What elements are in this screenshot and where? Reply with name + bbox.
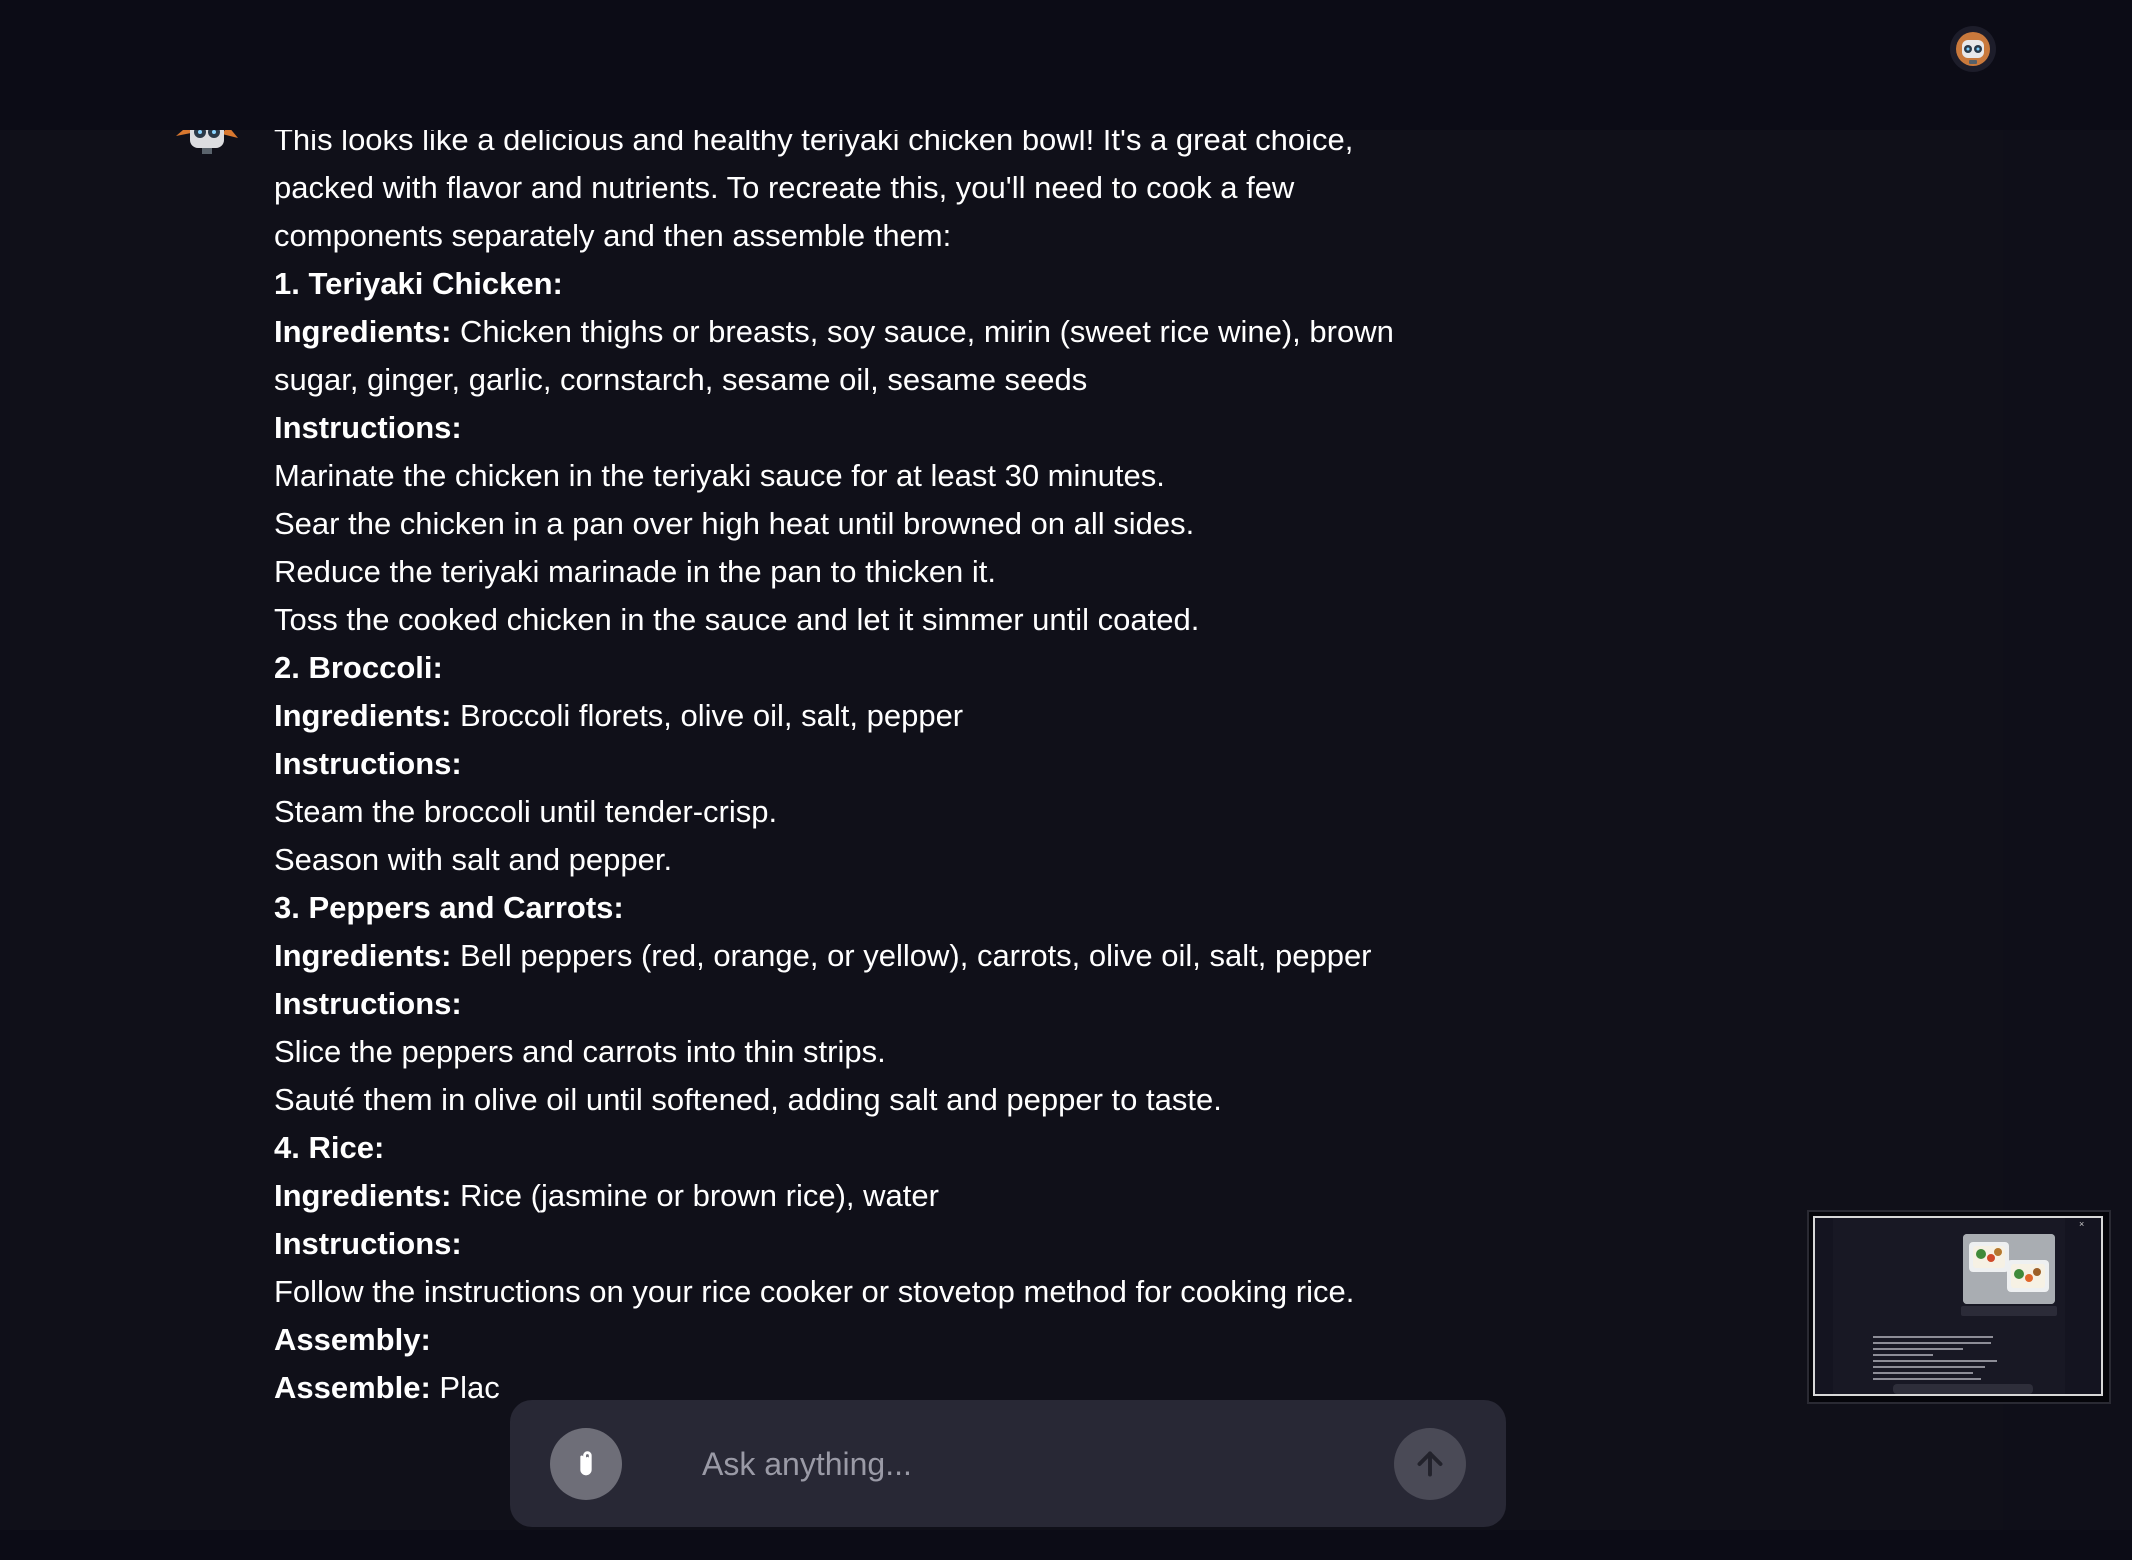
ingredients-label: Ingredients: (274, 314, 452, 349)
top-bar (0, 0, 2132, 130)
instruction-step: Slice the peppers and carrots into thin … (274, 1034, 886, 1069)
close-icon: × (2079, 1219, 2085, 1229)
instruction-step: Marinate the chicken in the teriyaki sau… (274, 458, 1165, 493)
instruction-step: Sear the chicken in a pan over high heat… (274, 506, 1195, 541)
food-photo-thumbnail (1963, 1234, 2055, 1304)
robot-avatar-icon (1956, 32, 1990, 66)
minimap-text-line (1873, 1378, 1981, 1380)
minimap-text-line (1873, 1342, 1991, 1344)
instructions-label: Instructions: (274, 410, 462, 445)
assemble-text: Plac (430, 1370, 500, 1405)
message-composer (510, 1400, 1506, 1527)
app-window: This looks like a delicious and healthy … (0, 0, 2132, 1560)
assemble-label: Assemble: (274, 1370, 431, 1405)
instructions-label: Instructions: (274, 986, 462, 1021)
minimap-text-line (1873, 1372, 1973, 1374)
instruction-step: Steam the broccoli until tender-crisp. (274, 794, 778, 829)
instruction-step: Toss the cooked chicken in the sauce and… (274, 602, 1200, 637)
ingredients-label: Ingredients: (274, 698, 452, 733)
minimap-composer (1893, 1384, 2033, 1394)
message-input[interactable] (700, 1438, 1354, 1490)
instruction-step: Reduce the teriyaki marinade in the pan … (274, 554, 997, 589)
minimap-text-line (1873, 1360, 1997, 1362)
minimap-viewport: × (1813, 1216, 2103, 1396)
send-button[interactable] (1394, 1428, 1466, 1500)
assembly-heading: Assembly: (274, 1322, 431, 1357)
minimap-text-line (1873, 1354, 1933, 1356)
section-heading: 3. Peppers and Carrots: (274, 890, 624, 925)
ingredients-line: Ingredients: Chicken thighs or breasts, … (274, 308, 1394, 404)
instruction-step: Sauté them in olive oil until softened, … (274, 1082, 1222, 1117)
paperclip-icon (580, 1451, 592, 1476)
bottom-strip (0, 1530, 2132, 1560)
attach-button[interactable] (550, 1428, 622, 1500)
instruction-step: Season with salt and pepper. (274, 842, 673, 877)
arrow-up-icon (1417, 1451, 1443, 1477)
minimap-text-line (1873, 1366, 1985, 1368)
ingredients-line: Ingredients: Bell peppers (red, orange, … (274, 932, 1394, 980)
minimap-preview[interactable]: × (1807, 1210, 2111, 1404)
message-body: This looks like a delicious and healthy … (274, 130, 1394, 1412)
minimap-caption (1961, 1306, 2057, 1316)
assistant-message: This looks like a delicious and healthy … (10, 130, 2003, 1530)
ingredients-text: Broccoli florets, olive oil, salt, peppe… (451, 698, 964, 733)
section-heading: 2. Broccoli: (274, 650, 443, 685)
chat-pane[interactable]: This looks like a delicious and healthy … (10, 130, 2003, 1530)
minimap-text-line (1873, 1336, 1993, 1338)
ingredients-line: Ingredients: Broccoli florets, olive oil… (274, 692, 1394, 740)
instructions-label: Instructions: (274, 1226, 462, 1261)
ingredients-label: Ingredients: (274, 938, 452, 973)
minimap-text-line (1873, 1348, 1963, 1350)
instructions-label: Instructions: (274, 746, 462, 781)
ingredients-text: Bell peppers (red, orange, or yellow), c… (451, 938, 1372, 973)
robot-avatar-icon (176, 130, 238, 154)
message-intro: This looks like a delicious and healthy … (274, 130, 1354, 253)
minimap-content: × (1833, 1218, 2084, 1394)
ingredients-label: Ingredients: (274, 1178, 452, 1213)
section-heading: 4. Rice: (274, 1130, 385, 1165)
user-avatar[interactable] (1950, 26, 1996, 72)
ingredients-line: Ingredients: Rice (jasmine or brown rice… (274, 1172, 1394, 1220)
instruction-step: Follow the instructions on your rice coo… (274, 1274, 1355, 1309)
ingredients-text: Rice (jasmine or brown rice), water (451, 1178, 939, 1213)
section-heading: 1. Teriyaki Chicken: (274, 266, 563, 301)
